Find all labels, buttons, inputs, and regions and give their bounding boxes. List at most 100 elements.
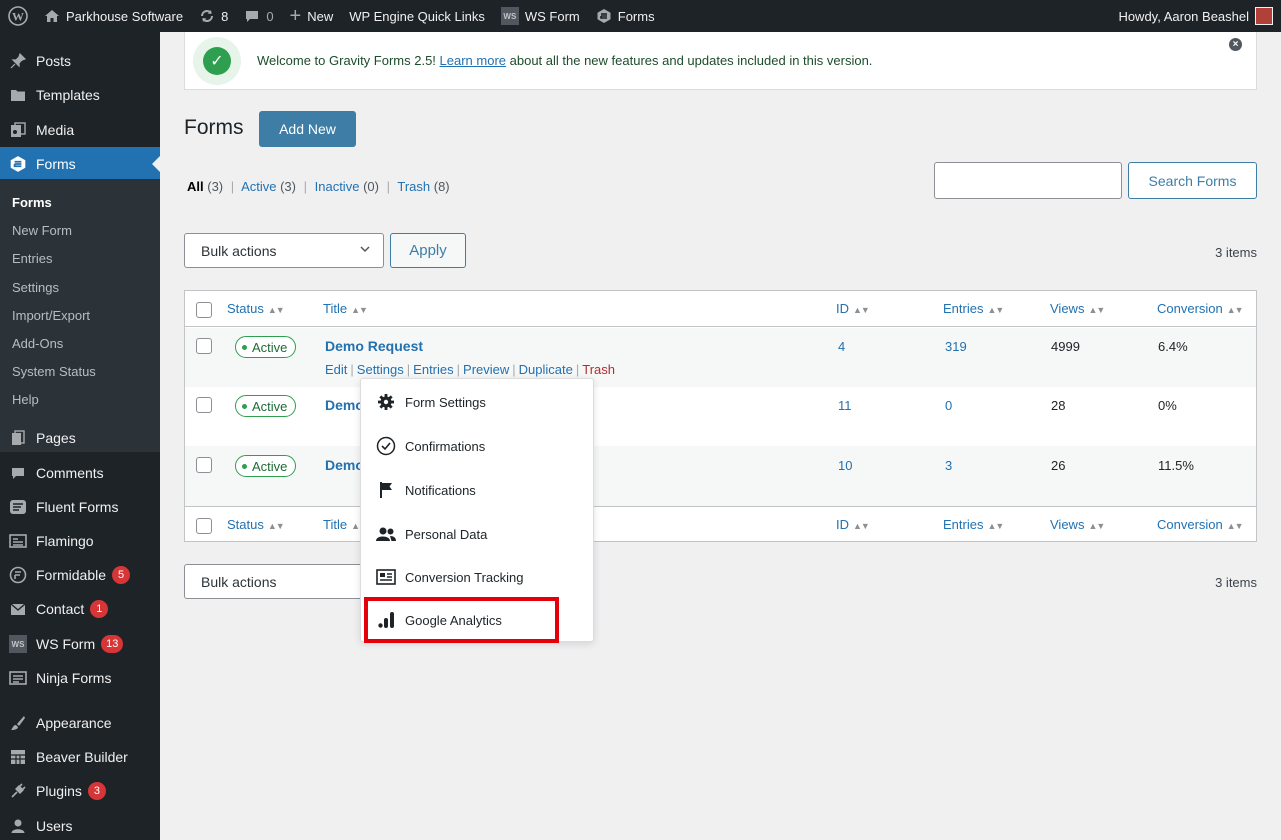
action-entries[interactable]: Entries [413,362,453,377]
select-all-checkbox-footer[interactable] [196,518,212,534]
updates-link[interactable]: 8 [191,0,236,32]
menu-form-settings[interactable]: Form Settings [375,392,486,412]
menu-confirmations[interactable]: Confirmations [375,436,485,456]
action-settings[interactable]: Settings [357,362,404,377]
menu-media[interactable]: Media [0,113,160,147]
menu-comments[interactable]: Comments [0,456,160,490]
filter-trash[interactable]: Trash [397,179,430,194]
row-checkbox[interactable] [196,457,212,473]
menu-conversion-tracking[interactable]: Conversion Tracking [375,567,524,587]
comments-link[interactable]: 0 [236,0,281,32]
column-entries[interactable]: Entries ▲▼ [943,301,1004,316]
menu-posts[interactable]: Posts [0,44,160,78]
column-conversion[interactable]: Conversion ▲▼ [1157,301,1244,316]
search-input[interactable] [934,162,1122,199]
submenu-settings[interactable]: Settings [12,280,59,295]
gravity-forms-icon [0,155,36,173]
site-name-link[interactable]: Parkhouse Software [36,0,191,32]
menu-item-label: Personal Data [405,526,488,542]
notice-text-start: Welcome to Gravity Forms 2.5! [257,53,440,68]
action-separator: | [512,362,516,377]
menu-pages[interactable]: Pages [0,421,160,455]
action-preview[interactable]: Preview [463,362,509,377]
submenu-add-ons[interactable]: Add-Ons [12,336,63,351]
menu-formidable[interactable]: Formidable 5 [0,558,160,592]
action-duplicate[interactable]: Duplicate [519,362,573,377]
learn-more-link[interactable]: Learn more [440,53,506,68]
filter-all[interactable]: All [187,179,204,194]
menu-item-label: Notifications [405,482,476,498]
ws-form-link[interactable]: WS WS Form [493,0,588,32]
menu-appearance[interactable]: Appearance [0,706,160,740]
form-title-link[interactable]: Demo [325,397,364,413]
status-badge[interactable]: Active [235,336,297,358]
status-badge[interactable]: Active [235,395,297,417]
comment-icon [0,466,36,481]
column-id[interactable]: ID ▲▼ [836,517,870,532]
column-status[interactable]: Status ▲▼ [227,517,285,532]
row-checkbox[interactable] [196,397,212,413]
tracking-icon [375,569,397,585]
pages-icon [0,430,36,446]
form-title-link[interactable]: Demo Request [325,338,423,354]
form-id-link[interactable]: 10 [838,458,852,473]
action-trash[interactable]: Trash [582,362,615,377]
filter-inactive[interactable]: Inactive [315,179,360,194]
forms-link[interactable]: Forms [588,0,663,32]
submenu-system-status[interactable]: System Status [12,364,96,379]
column-id[interactable]: ID ▲▼ [836,301,870,316]
forms-table: Status ▲▼ Title ▲▼ ID ▲▼ Entries ▲▼ Views ▲▼ … [184,290,1257,542]
menu-templates[interactable]: Templates [0,78,160,112]
menu-flamingo[interactable]: Flamingo [0,524,160,558]
new-content-link[interactable]: + New [282,0,342,32]
submenu-import-export[interactable]: Import/Export [12,308,90,323]
bulk-actions-select-top[interactable]: Bulk actions [184,233,384,268]
submenu-help[interactable]: Help [12,392,39,407]
form-id-link[interactable]: 4 [838,339,845,354]
form-id-link[interactable]: 11 [838,398,852,413]
menu-forms[interactable]: Forms [0,147,160,181]
entries-link[interactable]: 319 [945,339,967,354]
bulk-actions-select-bottom[interactable]: Bulk actions [184,564,384,599]
menu-label: WS Form [36,636,96,652]
status-badge[interactable]: Active [235,455,297,477]
menu-ws-form[interactable]: WS WS Form 13 [0,627,160,661]
action-edit[interactable]: Edit [325,362,347,377]
form-title-link[interactable]: Demo [325,457,364,473]
wordpress-logo-icon[interactable]: W [0,0,36,32]
menu-beaver-builder[interactable]: Beaver Builder [0,740,160,774]
menu-notifications[interactable]: Notifications [375,480,476,500]
column-title[interactable]: Title ▲▼ [323,301,368,316]
submenu-entries[interactable]: Entries [12,251,52,266]
search-forms-button[interactable]: Search Forms [1128,162,1257,199]
menu-users[interactable]: Users [0,809,160,840]
entries-link[interactable]: 3 [945,458,952,473]
menu-plugins[interactable]: Plugins 3 [0,774,160,808]
apply-button-top[interactable]: Apply [390,233,466,268]
menu-fluent-forms[interactable]: Fluent Forms [0,490,160,524]
action-separator: | [406,362,411,377]
column-views[interactable]: Views ▲▼ [1050,517,1105,532]
my-account-link[interactable]: Howdy, Aaron Beashel [1110,0,1281,32]
wp-engine-link[interactable]: WP Engine Quick Links [341,0,493,32]
bulk-actions-value: Bulk actions [201,573,277,590]
filter-active[interactable]: Active [241,179,276,194]
column-views[interactable]: Views ▲▼ [1050,301,1105,316]
menu-personal-data[interactable]: Personal Data [375,524,487,544]
flag-icon [375,481,397,499]
menu-ninja-forms[interactable]: Ninja Forms [0,661,160,695]
add-new-button[interactable]: Add New [259,111,356,147]
brush-icon [0,715,36,731]
column-conversion[interactable]: Conversion ▲▼ [1157,517,1244,532]
row-checkbox[interactable] [196,338,212,354]
menu-label: Fluent Forms [36,499,119,515]
select-all-checkbox[interactable] [196,302,212,318]
column-entries[interactable]: Entries ▲▼ [943,517,1004,532]
column-status[interactable]: Status ▲▼ [227,301,285,316]
submenu-forms[interactable]: Forms [12,195,52,210]
entries-link[interactable]: 0 [945,398,952,413]
submenu-new-form[interactable]: New Form [12,223,72,238]
close-icon[interactable]: × [1229,38,1242,51]
menu-label: Contact [36,601,85,617]
menu-contact[interactable]: Contact 1 [0,592,160,626]
